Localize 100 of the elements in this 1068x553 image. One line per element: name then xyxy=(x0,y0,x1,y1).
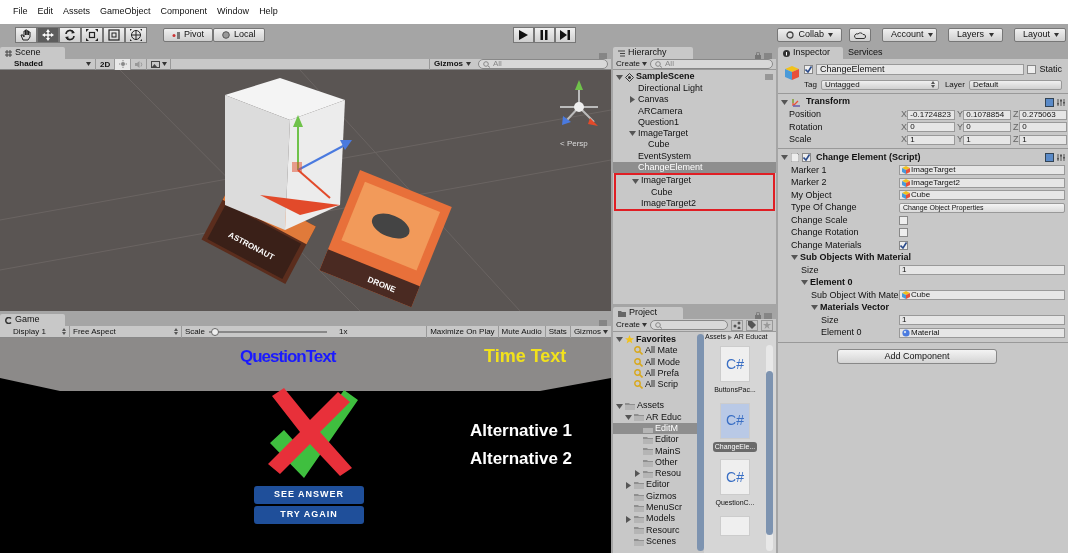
number-field[interactable]: 0.1078854 xyxy=(963,109,1011,120)
expanded-arrow-icon[interactable] xyxy=(791,254,798,262)
menu-item[interactable]: Edit xyxy=(37,5,54,19)
collapsed-arrow-icon[interactable] xyxy=(634,470,641,478)
number-field[interactable]: 1 xyxy=(907,134,955,145)
number-field[interactable]: 0 xyxy=(963,122,1011,133)
name-field[interactable]: ChangeElement xyxy=(816,64,1025,76)
toolbar-toggle[interactable]: Maximize On Play xyxy=(426,325,498,338)
expanded-arrow-icon[interactable] xyxy=(616,336,623,344)
foldout-label[interactable]: Materials Vector xyxy=(820,301,890,315)
move-tool-button[interactable] xyxy=(37,27,59,43)
project-tree-item[interactable]: Models xyxy=(613,513,697,525)
toolbar-toggle[interactable]: Mute Audio xyxy=(497,325,545,338)
menu-item[interactable]: Window xyxy=(217,5,250,19)
number-field[interactable]: 1 xyxy=(899,315,1065,326)
hierarchy-item[interactable]: Canvas xyxy=(613,94,776,106)
checkbox[interactable] xyxy=(899,215,908,225)
project-tree-item[interactable]: Scenes xyxy=(613,536,697,548)
project-tree-item[interactable]: Other xyxy=(613,456,697,469)
search-field[interactable] xyxy=(650,320,728,330)
expanded-arrow-icon[interactable] xyxy=(781,154,788,161)
project-tree-item[interactable]: Gizmos xyxy=(613,490,697,503)
number-field[interactable]: 1 xyxy=(963,134,1011,145)
answer-option[interactable]: Alternative 1 xyxy=(470,418,573,444)
number-field[interactable]: 0 xyxy=(1019,122,1067,133)
foldout-label[interactable]: Sub Objects With Material xyxy=(800,251,911,265)
help-book-icon[interactable] xyxy=(1045,97,1054,107)
project-tree-item[interactable]: Editor xyxy=(613,434,697,446)
foldout-label[interactable]: Element 0 xyxy=(810,276,853,290)
component-title[interactable]: Transform xyxy=(806,95,850,109)
filter-type-button[interactable] xyxy=(731,319,743,331)
tag-dropdown[interactable]: Untagged xyxy=(820,79,939,90)
hierarchy-item[interactable]: ImageTarget2 xyxy=(616,197,773,210)
project-tree-item[interactable]: MenuScr xyxy=(613,502,697,514)
panel-tab[interactable]: Game xyxy=(0,314,65,326)
add-component-button[interactable]: Add Component xyxy=(837,349,997,364)
help-book-icon[interactable] xyxy=(1045,153,1054,162)
scrollbar-thumb[interactable] xyxy=(766,371,773,535)
panel-tab[interactable]: Hierarchy xyxy=(613,47,693,59)
hierarchy-item[interactable]: ImageTarget xyxy=(616,175,773,187)
component-title[interactable]: Change Element (Script) xyxy=(816,150,921,165)
checkbox[interactable] xyxy=(899,240,908,250)
expanded-arrow-icon[interactable] xyxy=(811,304,818,312)
object-field[interactable]: Cube xyxy=(899,190,1065,201)
view-mode-label[interactable]: < Persp xyxy=(560,139,588,148)
collab-button[interactable]: Collab xyxy=(777,28,842,42)
menu-item[interactable]: Help xyxy=(259,5,278,19)
hierarchy-item[interactable]: EventSystem xyxy=(613,150,776,163)
layout-dropdown[interactable]: Layout xyxy=(1014,28,1066,42)
answer-option[interactable]: Alternative 2 xyxy=(470,446,573,472)
hierarchy-item[interactable]: ARCamera xyxy=(613,105,776,117)
panel-tab[interactable]: Project xyxy=(613,307,683,319)
scale-slider-track[interactable] xyxy=(209,330,327,333)
collapsed-arrow-icon[interactable] xyxy=(629,96,636,104)
rect-tool-button[interactable] xyxy=(103,27,125,43)
number-field[interactable]: 1 xyxy=(1019,134,1067,145)
panel-tab[interactable]: Services xyxy=(843,47,908,59)
project-tree-item[interactable]: Assets xyxy=(613,400,697,412)
scrollbar[interactable] xyxy=(766,345,773,551)
lighting-toggle[interactable] xyxy=(115,58,132,70)
expanded-arrow-icon[interactable] xyxy=(632,177,639,185)
answer-button[interactable]: TRY AGAIN xyxy=(254,506,364,524)
orientation-gizmo-drawing[interactable] xyxy=(559,80,599,126)
hierarchy-item[interactable]: Cube xyxy=(616,186,773,198)
number-field[interactable]: -0.1724823 xyxy=(907,109,955,120)
project-tree-item[interactable]: MainS xyxy=(613,445,697,457)
expanded-arrow-icon[interactable] xyxy=(616,73,623,81)
step-button[interactable] xyxy=(554,27,576,43)
number-field[interactable]: 0.275063 xyxy=(1019,109,1067,120)
display-dropdown[interactable]: Display 1 xyxy=(10,325,70,338)
expanded-arrow-icon[interactable] xyxy=(781,98,788,106)
settings-icon[interactable] xyxy=(1057,97,1065,107)
layers-dropdown[interactable]: Layers xyxy=(948,28,1003,42)
expanded-arrow-icon[interactable] xyxy=(801,279,808,287)
project-tree-item[interactable]: All Prefa xyxy=(613,367,697,380)
toolbar-toggle[interactable]: Stats xyxy=(544,325,570,338)
hierarchy-item[interactable]: Directional Light xyxy=(613,83,776,95)
account-dropdown[interactable]: Account xyxy=(882,28,937,42)
menu-item[interactable]: GameObject xyxy=(100,5,151,19)
menu-item[interactable]: Assets xyxy=(63,5,91,19)
hand-tool-button[interactable] xyxy=(15,27,37,43)
scale-tool-button[interactable] xyxy=(81,27,103,43)
number-field[interactable]: 1 xyxy=(899,265,1065,276)
expanded-arrow-icon[interactable] xyxy=(629,130,636,138)
menu-item[interactable]: File xyxy=(13,5,28,19)
scrollbar[interactable] xyxy=(697,334,704,551)
project-tree-item[interactable]: Resou xyxy=(613,468,697,480)
script-file-icon[interactable]: C# xyxy=(720,459,750,495)
enabled-checkbox[interactable] xyxy=(802,153,811,162)
rotate-tool-button[interactable] xyxy=(59,27,81,43)
menu-item[interactable]: Component xyxy=(160,5,208,19)
hierarchy-item[interactable]: Cube xyxy=(613,139,776,151)
collapsed-arrow-icon[interactable] xyxy=(625,515,632,523)
project-tree-item[interactable]: AR Educ xyxy=(613,411,697,424)
static-checkbox[interactable] xyxy=(1027,65,1037,75)
answer-button[interactable]: SEE ANSWER xyxy=(254,486,364,504)
settings-icon[interactable] xyxy=(1057,153,1065,162)
number-field[interactable]: 0 xyxy=(907,122,955,133)
hierarchy-item[interactable]: ImageTarget xyxy=(613,128,776,140)
project-tree-item[interactable]: All Mate xyxy=(613,345,697,357)
